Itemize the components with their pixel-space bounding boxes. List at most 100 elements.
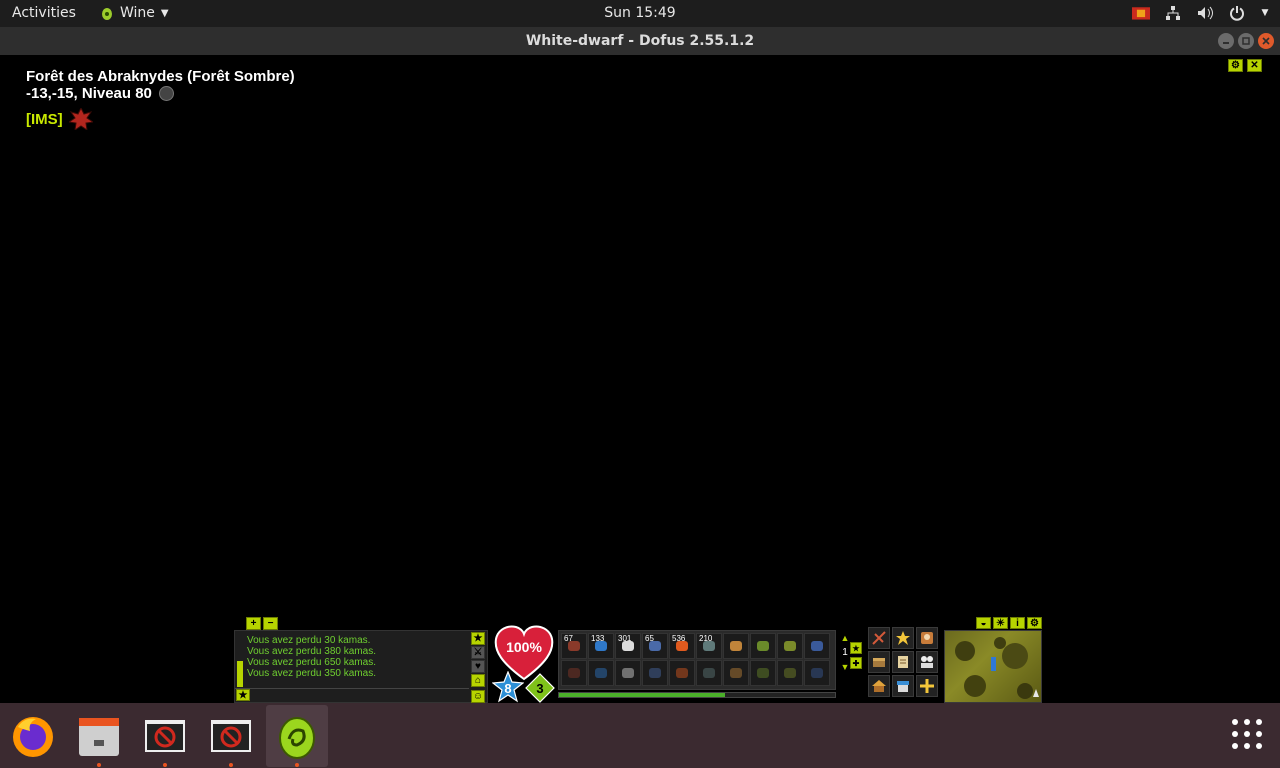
shortcut-slot[interactable]: 65 <box>642 633 668 659</box>
dock-files[interactable] <box>68 705 130 767</box>
character-icon[interactable] <box>916 627 938 649</box>
minimap-buttons: ◒ ☀ i ⚙ <box>976 617 1042 629</box>
minimap-terrain <box>955 637 1039 699</box>
volume-icon[interactable] <box>1196 4 1214 22</box>
guild-tag[interactable]: [IMS] <box>26 111 63 128</box>
chevron-down-icon: ▼ <box>160 7 169 19</box>
spells-icon[interactable] <box>868 627 890 649</box>
chat-line: Vous avez perdu 30 kamas. <box>247 635 371 646</box>
item-icon <box>703 668 715 678</box>
status-icon[interactable]: ☺ <box>471 690 485 703</box>
shortcut-slot[interactable]: 67 <box>561 633 587 659</box>
shortcut-slot[interactable] <box>588 660 614 686</box>
shortcut-slot[interactable] <box>750 633 776 659</box>
player-marker <box>991 657 996 671</box>
shortcut-slot[interactable] <box>804 633 830 659</box>
sword-icon[interactable]: ⚔ <box>471 646 485 659</box>
shortcut-slot[interactable]: 301 <box>615 633 641 659</box>
shortcut-slot[interactable]: 536 <box>669 633 695 659</box>
settings-icon[interactable]: ⚙ <box>1027 617 1042 629</box>
dock-wine-app-2[interactable] <box>200 705 262 767</box>
friends-icon[interactable] <box>916 651 938 673</box>
window-title: White-dwarf - Dofus 2.55.1.2 <box>525 33 755 49</box>
game-viewport[interactable]: Forêt des Abraknydes (Forêt Sombre) -13,… <box>0 55 1280 703</box>
window-titlebar: White-dwarf - Dofus 2.55.1.2 <box>0 27 1280 55</box>
chat-smiley-button[interactable]: ★ <box>236 689 250 701</box>
sun-icon[interactable]: ☀ <box>993 617 1008 629</box>
slot-quantity: 67 <box>564 634 573 643</box>
shortcut-slot[interactable] <box>615 660 641 686</box>
chat-scrollbar[interactable] <box>237 661 243 687</box>
star-icon[interactable]: ★ <box>471 632 485 645</box>
item-icon <box>811 668 823 678</box>
power-icon[interactable] <box>1228 4 1246 22</box>
inventory-icon[interactable] <box>868 651 890 673</box>
chat-line: Vous avez perdu 650 kamas. <box>247 657 376 668</box>
movement-points-value: 3 <box>536 681 544 696</box>
shop-icon[interactable] <box>892 675 914 697</box>
shortcut-slot[interactable] <box>642 660 668 686</box>
game-hud: + − Vous avez perdu 30 kamas. Vous avez … <box>234 615 1046 703</box>
close-icon[interactable]: ✕ <box>1247 59 1262 72</box>
item-icon <box>730 668 742 678</box>
home-icon[interactable]: ⌂ <box>471 674 485 687</box>
shortcut-slot[interactable] <box>696 660 722 686</box>
dock-dofus[interactable] <box>266 705 328 767</box>
chat-panel[interactable]: Vous avez perdu 30 kamas. Vous avez perd… <box>234 630 488 703</box>
chevron-down-icon[interactable]: ▼ <box>1260 4 1270 22</box>
item-icon <box>784 668 796 678</box>
running-indicator <box>163 763 167 767</box>
item-icon <box>568 668 580 678</box>
achievements-icon[interactable] <box>892 627 914 649</box>
map-info-icon[interactable] <box>158 86 174 101</box>
dock-firefox[interactable] <box>2 705 64 767</box>
shortcut-slot[interactable] <box>723 660 749 686</box>
item-icon <box>811 641 823 651</box>
shortcut-slot[interactable] <box>561 660 587 686</box>
dock-wine-app-1[interactable] <box>134 705 196 767</box>
shortcut-slot[interactable]: 210 <box>696 633 722 659</box>
movement-points: 3 <box>525 673 555 703</box>
quests-icon[interactable] <box>892 651 914 673</box>
map-coordinates: -13,-15, Niveau 80 <box>26 85 152 102</box>
minimize-button[interactable] <box>1218 33 1234 49</box>
wine-tray-icon[interactable] <box>1132 4 1150 22</box>
show-applications-button[interactable] <box>1232 719 1266 753</box>
settings-icon[interactable]: ⚙ <box>1228 59 1243 72</box>
network-icon[interactable] <box>1164 4 1182 22</box>
dofus-icon <box>279 717 315 759</box>
house-icon[interactable] <box>868 675 890 697</box>
close-button[interactable] <box>1258 33 1274 49</box>
minimap[interactable] <box>944 630 1042 703</box>
maximize-button[interactable] <box>1238 33 1254 49</box>
alliance-emblem-icon[interactable] <box>68 108 93 130</box>
wine-app-icon <box>211 720 251 752</box>
activities-button[interactable]: Activities <box>12 5 76 21</box>
chat-channel-buttons: ★ ⚔ ♥ ⌂ ☺ <box>471 632 485 703</box>
xp-bar-fill <box>559 693 725 697</box>
spells-tab-button[interactable]: ★ <box>850 642 862 654</box>
shortcut-slot[interactable] <box>669 660 695 686</box>
game-window-controls: ⚙ ✕ <box>1228 59 1262 72</box>
shortcut-slot[interactable] <box>750 660 776 686</box>
shortcut-slot[interactable] <box>804 660 830 686</box>
plus-icon[interactable] <box>916 675 938 697</box>
clock[interactable]: Sun 15:49 <box>604 5 675 21</box>
shortcut-slot[interactable] <box>723 633 749 659</box>
items-tab-button[interactable]: ✚ <box>850 657 862 669</box>
shortcut-slot[interactable] <box>777 633 803 659</box>
chat-expand-button[interactable]: + <box>246 617 261 630</box>
compass-arrow-icon <box>1033 689 1039 697</box>
shortcut-slot[interactable]: 133 <box>588 633 614 659</box>
chat-line: Vous avez perdu 350 kamas. <box>247 668 376 679</box>
chat-input[interactable] <box>235 688 469 702</box>
heart-icon[interactable]: ♥ <box>471 660 485 673</box>
chat-tab-buttons: + − <box>246 617 278 630</box>
eye-icon[interactable]: ◒ <box>976 617 991 629</box>
chat-collapse-button[interactable]: − <box>263 617 278 630</box>
running-indicator <box>97 763 101 767</box>
info-icon[interactable]: i <box>1010 617 1025 629</box>
app-menu[interactable]: Wine ▼ <box>100 5 169 21</box>
slot-quantity: 536 <box>672 634 686 643</box>
shortcut-slot[interactable] <box>777 660 803 686</box>
